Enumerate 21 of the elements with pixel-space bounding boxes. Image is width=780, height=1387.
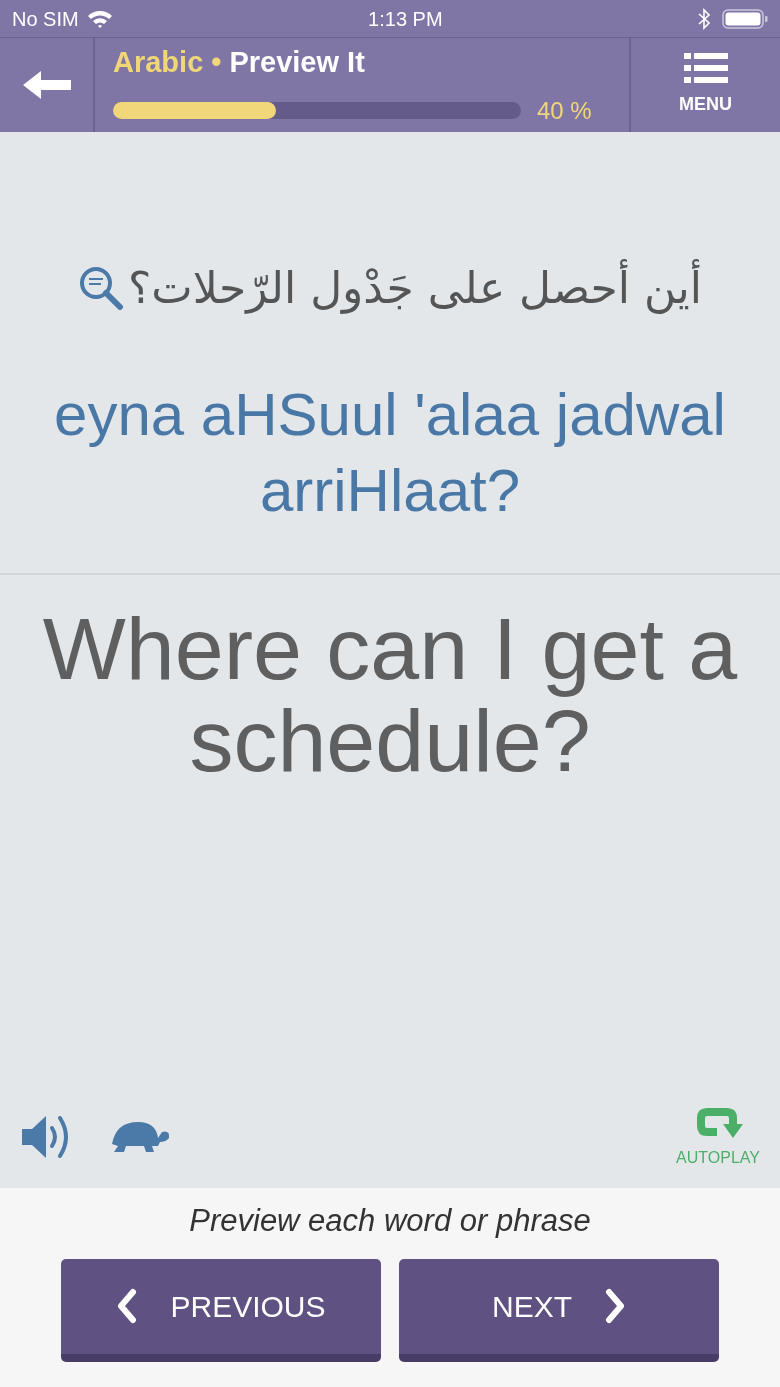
previous-button[interactable]: PREVIOUS: [61, 1258, 381, 1362]
next-button[interactable]: NEXT: [399, 1258, 719, 1362]
magnifier-icon: [78, 265, 124, 311]
bluetooth-icon: [698, 7, 710, 30]
chevron-right-icon: [604, 1288, 626, 1324]
transliteration-text: eyna aHSuul 'alaa jadwal arriHlaat?: [53, 380, 727, 526]
language-title: Arabic: [113, 45, 204, 81]
separator-dot: •: [211, 45, 222, 81]
clock-text: 1:13 PM: [368, 6, 443, 32]
menu-button[interactable]: MENU: [629, 38, 780, 132]
progress-reading: 40 %: [537, 95, 592, 126]
english-phrase: Where can I get a schedule?: [41, 603, 739, 787]
arabic-phrase: أين أحصل على جَدْول الرّحلات؟: [128, 255, 702, 321]
carrier-text: No SIM: [12, 6, 79, 32]
chevron-left-icon: [116, 1288, 139, 1324]
battery-icon: [722, 7, 768, 30]
back-arrow-icon: [22, 71, 71, 99]
wifi-icon: [86, 8, 113, 29]
mode-title: Preview It: [229, 45, 365, 81]
menu-icon: [683, 52, 728, 83]
instruction-text: Preview each word or phrase: [189, 1202, 591, 1240]
